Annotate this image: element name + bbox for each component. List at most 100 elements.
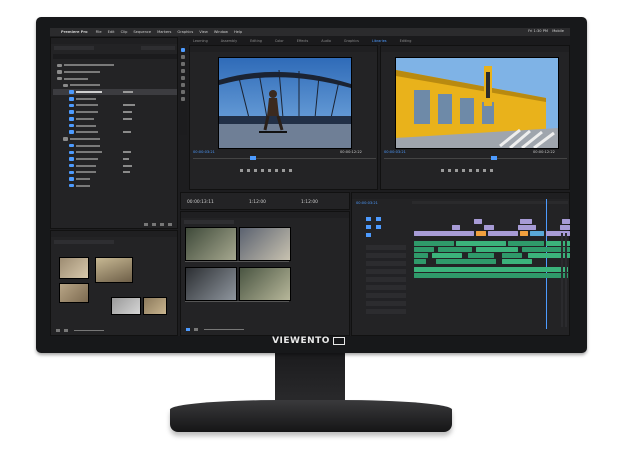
tree-row[interactable]: [53, 129, 177, 136]
library-thumbnail[interactable]: [95, 257, 133, 283]
workspace-tab-audio[interactable]: Audio: [321, 39, 331, 43]
razor-tool-icon[interactable]: [181, 69, 185, 73]
tree-row[interactable]: [53, 102, 177, 109]
workspace-tab-libraries[interactable]: Libraries: [372, 39, 387, 43]
program-playhead[interactable]: [491, 156, 497, 160]
audio-clip[interactable]: [438, 247, 472, 252]
tree-row-selected[interactable]: [53, 88, 177, 96]
video-clip[interactable]: [560, 225, 570, 230]
workspace-tab-learning[interactable]: Learning: [193, 39, 208, 43]
program-video-frame[interactable]: [395, 57, 559, 149]
source-scrubber[interactable]: [193, 158, 376, 159]
media-thumbnail[interactable]: [185, 267, 237, 301]
video-clip[interactable]: [520, 231, 528, 236]
source-playhead[interactable]: [250, 156, 256, 160]
list-view-icon[interactable]: [56, 329, 60, 332]
new-item-icon[interactable]: [160, 223, 164, 226]
video-clip[interactable]: [414, 231, 474, 236]
project-filter-input[interactable]: [141, 46, 175, 50]
video-clip[interactable]: [518, 225, 536, 230]
audio-clip[interactable]: [414, 247, 434, 252]
ripple-edit-tool-icon[interactable]: [181, 62, 185, 66]
menu-clip[interactable]: Clip: [121, 30, 128, 34]
trash-icon[interactable]: [168, 223, 172, 226]
list-view-icon[interactable]: [144, 223, 148, 226]
grid-view-icon[interactable]: [194, 328, 198, 331]
menu-edit[interactable]: Edit: [108, 30, 115, 34]
step-back-icon[interactable]: [254, 168, 257, 172]
video-clip[interactable]: [520, 219, 532, 224]
step-forward-icon[interactable]: [469, 168, 472, 172]
library-thumbnail[interactable]: [143, 297, 167, 315]
user-name[interactable]: Mobile: [552, 29, 564, 33]
mark-in-icon[interactable]: [441, 168, 444, 172]
source-video-frame[interactable]: [218, 57, 352, 149]
media-thumbnail[interactable]: [239, 227, 291, 261]
zoom-slider[interactable]: [204, 329, 244, 330]
slip-tool-icon[interactable]: [181, 76, 185, 80]
menu-help[interactable]: Help: [234, 30, 242, 34]
menu-window[interactable]: Window: [214, 30, 228, 34]
video-clip[interactable]: [476, 231, 486, 236]
library-thumbnail[interactable]: [59, 257, 89, 279]
audio-clip[interactable]: [502, 259, 532, 264]
audio-clip[interactable]: [436, 259, 496, 264]
video-clip[interactable]: [488, 231, 518, 236]
tree-row[interactable]: [53, 75, 177, 82]
timeline-ruler[interactable]: [412, 201, 568, 204]
tree-row[interactable]: [53, 122, 177, 129]
export-frame-icon[interactable]: [289, 168, 292, 172]
tree-row[interactable]: [53, 169, 177, 176]
audio-clip[interactable]: [414, 241, 454, 246]
track-select-tool-icon[interactable]: [181, 55, 185, 59]
workspace-tab-editing[interactable]: Editing: [250, 39, 262, 43]
audio-clip[interactable]: [414, 259, 426, 264]
workspace-tab-effects[interactable]: Effects: [297, 39, 309, 43]
audio-clip[interactable]: [414, 253, 428, 258]
tree-row[interactable]: [53, 82, 177, 89]
lift-icon[interactable]: [476, 168, 479, 172]
step-forward-icon[interactable]: [268, 168, 271, 172]
type-tool-icon[interactable]: [181, 97, 185, 101]
overwrite-icon[interactable]: [282, 168, 285, 172]
video-clip[interactable]: [562, 219, 570, 224]
new-bin-icon[interactable]: [152, 223, 156, 226]
video-clip[interactable]: [530, 231, 544, 236]
workspace-tab-graphics[interactable]: Graphics: [344, 39, 359, 43]
audio-clip[interactable]: [508, 241, 544, 246]
selection-tool-icon[interactable]: [181, 48, 185, 52]
menu-view[interactable]: View: [199, 30, 208, 34]
mark-out-icon[interactable]: [448, 168, 451, 172]
step-back-icon[interactable]: [455, 168, 458, 172]
tree-row[interactable]: [53, 95, 177, 102]
audio-clip[interactable]: [456, 241, 506, 246]
video-clip[interactable]: [484, 225, 494, 230]
tree-row[interactable]: [53, 62, 177, 69]
tree-row[interactable]: [53, 69, 177, 76]
mark-in-icon[interactable]: [240, 168, 243, 172]
pen-tool-icon[interactable]: [181, 83, 185, 87]
project-search-input[interactable]: [54, 46, 94, 50]
source-timecode[interactable]: 00:00:03:21: [193, 150, 215, 154]
mark-out-icon[interactable]: [247, 168, 250, 172]
program-scrubber[interactable]: [384, 158, 567, 159]
tree-row[interactable]: [53, 156, 177, 163]
tree-row[interactable]: [53, 182, 177, 189]
play-icon[interactable]: [462, 168, 465, 172]
list-view-icon[interactable]: [186, 328, 190, 331]
menu-markers[interactable]: Markers: [157, 30, 171, 34]
audio-clip[interactable]: [414, 273, 568, 278]
play-icon[interactable]: [261, 168, 264, 172]
video-clip[interactable]: [452, 225, 460, 230]
menu-sequence[interactable]: Sequence: [133, 30, 151, 34]
extract-icon[interactable]: [483, 168, 486, 172]
program-timecode[interactable]: 00:00:03:21: [384, 150, 406, 154]
tree-row[interactable]: [53, 149, 177, 156]
zoom-slider[interactable]: [74, 330, 104, 331]
audio-clip[interactable]: [476, 247, 518, 252]
workspace-tab-editing-2[interactable]: Editing: [400, 39, 412, 43]
tree-row[interactable]: [53, 116, 177, 123]
tree-row[interactable]: [53, 136, 177, 143]
hand-tool-icon[interactable]: [181, 90, 185, 94]
tree-row[interactable]: [53, 109, 177, 116]
